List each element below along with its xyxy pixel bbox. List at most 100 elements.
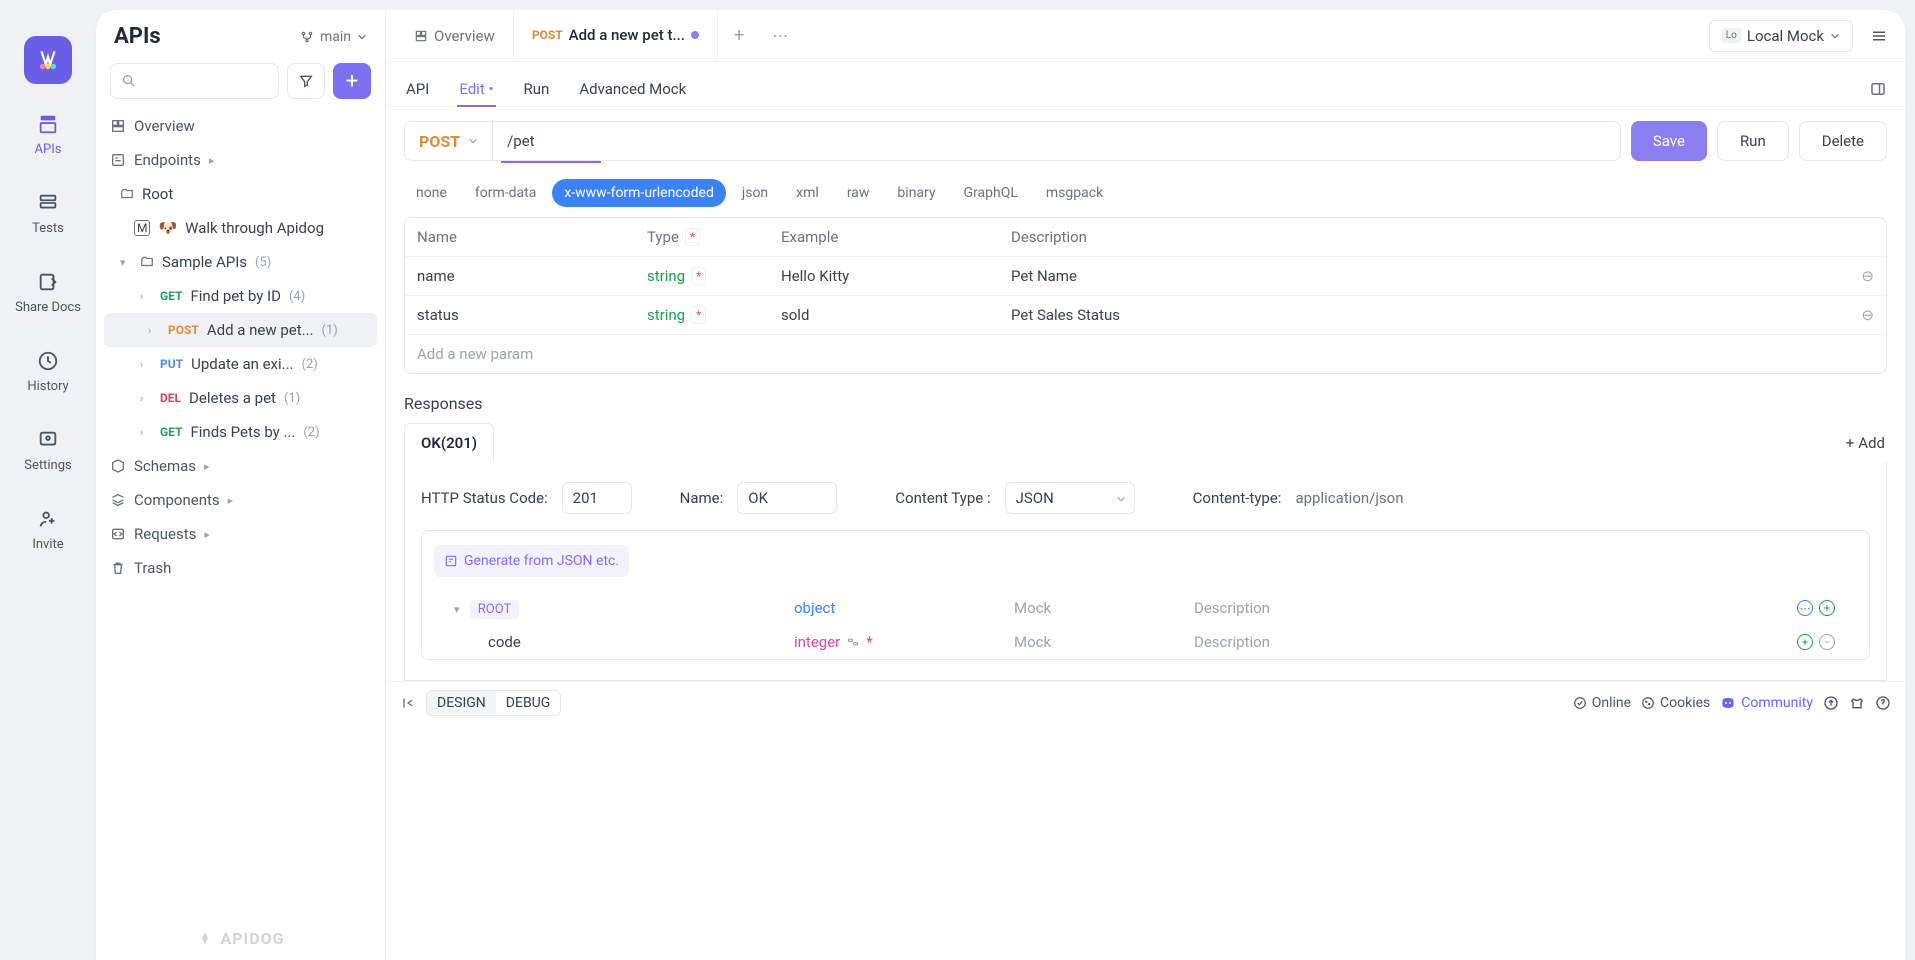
filter-button[interactable] (287, 63, 325, 99)
generate-json[interactable]: Generate from JSON etc. (434, 545, 629, 577)
branch-selector[interactable]: main (300, 29, 367, 45)
tree-requests[interactable]: Requests ▸ (96, 517, 385, 551)
generate-icon (444, 554, 458, 568)
tree-root[interactable]: Root (96, 177, 385, 211)
mode-debug[interactable]: DEBUG (496, 691, 560, 715)
foot-bell[interactable] (1849, 695, 1865, 711)
tab-more[interactable]: ⋯ (760, 26, 800, 45)
required-badge: * (691, 306, 706, 324)
delete-button[interactable]: Delete (1799, 121, 1887, 161)
search-input[interactable] (110, 63, 279, 99)
tree-walkthrough[interactable]: M 🐶 Walk through Apidog (96, 211, 385, 245)
brand-icon (196, 930, 214, 948)
schema-mock: Mock (1014, 633, 1194, 651)
chevron-right-icon: › (140, 290, 152, 303)
app-logo (24, 36, 72, 84)
rail-tests[interactable]: Tests (0, 183, 96, 242)
foot-community[interactable]: Community (1720, 695, 1813, 711)
endpoint-find2[interactable]: › GET Finds Pets by ... (2) (96, 415, 385, 449)
more-icon[interactable]: ⋯ (1797, 600, 1813, 616)
endpoint-find[interactable]: › GET Find pet by ID (4) (96, 279, 385, 313)
ct-select[interactable]: JSON (1005, 482, 1135, 514)
foot-cookies[interactable]: Cookies (1641, 695, 1710, 711)
add-response[interactable]: + Add (1846, 434, 1885, 452)
body-url[interactable]: x-www-form-urlencoded (552, 179, 726, 207)
url-input[interactable] (493, 122, 1620, 160)
body-xml[interactable]: xml (784, 179, 831, 207)
foot-online[interactable]: Online (1573, 695, 1631, 711)
main-content: Overview POST Add a new pet t... + ⋯ (386, 10, 1905, 960)
tab-add-pet[interactable]: POST Add a new pet t... (514, 10, 718, 61)
panel-toggle[interactable] (1869, 80, 1887, 98)
add-icon[interactable]: + (1797, 634, 1813, 650)
body-form[interactable]: form-data (463, 179, 548, 207)
env-selector[interactable]: Lo Local Mock (1709, 20, 1853, 52)
mode-design[interactable]: DESIGN (427, 691, 496, 715)
save-button[interactable]: Save (1631, 121, 1707, 161)
add-icon[interactable]: + (1819, 600, 1835, 616)
tree-overview[interactable]: Overview (96, 109, 385, 143)
subtab-run[interactable]: Run (522, 72, 552, 106)
endpoint-count: (1) (284, 391, 300, 406)
rail-share[interactable]: Share Docs (0, 262, 96, 321)
header-type: Type* (647, 228, 781, 246)
rail-history[interactable]: History (0, 341, 96, 400)
subtab-mock[interactable]: Advanced Mock (577, 72, 688, 106)
schema-root-row[interactable]: ▾ ROOT object Mock Description ⋯ + (434, 591, 1857, 625)
param-example: sold (781, 306, 1011, 324)
minus-icon[interactable]: − (1819, 634, 1835, 650)
endpoint-count: (4) (289, 289, 305, 304)
subtab-api[interactable]: API (404, 72, 431, 106)
add-param[interactable]: Add a new param (405, 335, 1886, 373)
footer: DESIGN DEBUG Online Cookies Communit (386, 681, 1905, 723)
name-input[interactable]: OK (737, 482, 837, 514)
param-row[interactable]: status string* sold Pet Sales Status ⊖ (405, 296, 1886, 335)
body-msgpack[interactable]: msgpack (1034, 179, 1115, 207)
body-raw[interactable]: raw (835, 179, 882, 207)
method-selector[interactable]: POST (405, 122, 493, 160)
mode-toggle[interactable]: DESIGN DEBUG (426, 690, 561, 716)
endpoint-delete[interactable]: › DEL Deletes a pet (1) (96, 381, 385, 415)
subtab-edit[interactable]: Edit • (457, 72, 495, 106)
endpoints-icon (110, 152, 126, 168)
chevron-right-icon: › (148, 324, 160, 337)
run-button[interactable]: Run (1717, 121, 1789, 161)
param-row[interactable]: name string* Hello Kitty Pet Name ⊖ (405, 257, 1886, 296)
foot-help[interactable] (1875, 695, 1891, 711)
remove-row[interactable]: ⊖ (1844, 306, 1874, 324)
required-badge: * (685, 228, 700, 246)
folder-icon (120, 187, 134, 201)
body-none[interactable]: none (404, 179, 459, 207)
rail-apis[interactable]: APIs (0, 104, 96, 163)
endpoint-update[interactable]: › PUT Update an exi... (2) (96, 347, 385, 381)
tree-sample-apis[interactable]: ▾ Sample APIs (5) (96, 245, 385, 279)
hamburger-button[interactable] (1863, 20, 1895, 52)
header-name: Name (417, 228, 647, 246)
name-label: Name: (680, 489, 724, 507)
tree-schemas[interactable]: Schemas ▸ (96, 449, 385, 483)
add-button[interactable]: + (333, 63, 371, 99)
foot-upload[interactable] (1823, 695, 1839, 711)
schemas-icon (110, 458, 126, 474)
status-input[interactable]: 201 (562, 482, 632, 514)
response-tab[interactable]: OK(201) (404, 423, 494, 462)
brand-footer: APIDOG (96, 911, 385, 960)
rail-invite[interactable]: Invite (0, 499, 96, 558)
rail-settings[interactable]: Settings (0, 420, 96, 479)
body-json[interactable]: json (730, 179, 780, 207)
endpoint-add[interactable]: › POST Add a new pet... (1) (104, 313, 377, 347)
schema-code-row[interactable]: code integer * Mock Description + − (434, 625, 1857, 659)
body-binary[interactable]: binary (885, 179, 947, 207)
tree-trash-label: Trash (134, 559, 171, 577)
tab-add[interactable]: + (718, 25, 760, 46)
body-graphql[interactable]: GraphQL (952, 179, 1030, 207)
tree-endpoints[interactable]: Endpoints ▸ (96, 143, 385, 177)
tab-overview[interactable]: Overview (396, 10, 514, 61)
env-label: Local Mock (1747, 27, 1824, 45)
tree-trash[interactable]: Trash (96, 551, 385, 585)
tree-components[interactable]: Components ▸ (96, 483, 385, 517)
apis-icon (34, 110, 62, 138)
check-circle-icon (1573, 696, 1587, 710)
remove-row[interactable]: ⊖ (1844, 267, 1874, 285)
collapse-left[interactable] (400, 695, 416, 711)
